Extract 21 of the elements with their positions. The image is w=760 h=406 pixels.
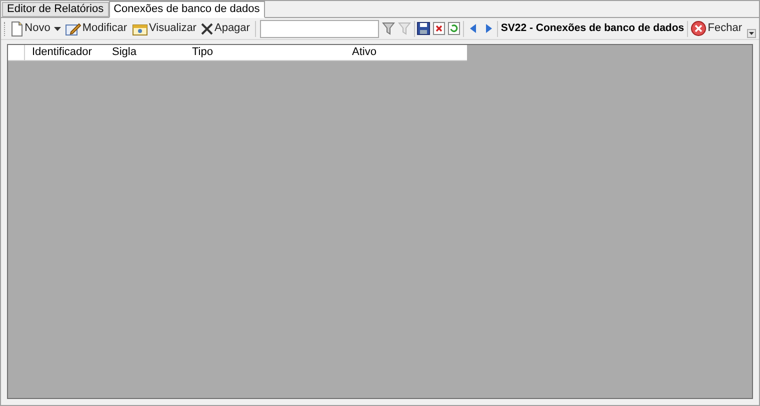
column-header[interactable]: Sigla [105, 45, 185, 60]
tab[interactable]: Conexões de banco de dados [108, 1, 265, 18]
caret-icon[interactable] [54, 26, 62, 30]
pencil-page-icon [65, 22, 82, 36]
close-icon [201, 22, 214, 34]
tab[interactable]: Editor de Relatórios [2, 2, 109, 17]
page-icon [10, 20, 24, 36]
window-icon [132, 22, 148, 36]
toolbar-button[interactable]: Visualizar [130, 18, 198, 38]
toolbar-button[interactable]: Modificar [64, 18, 128, 38]
toolbar-button[interactable]: Apagar [200, 18, 251, 38]
window-title: SV22 - Conexões de banco de dados [500, 20, 684, 36]
close-button[interactable]: Fechar [690, 18, 742, 38]
overflow-button[interactable] [747, 29, 756, 38]
column-header[interactable]: Tipo [185, 45, 345, 60]
toolbar-button[interactable]: Novo [8, 18, 52, 38]
caret-icon [749, 31, 754, 36]
column-header[interactable]: Identificador [25, 45, 105, 60]
close-icon [690, 21, 706, 36]
column-header[interactable]: Ativo [345, 45, 465, 60]
search-field[interactable] [260, 20, 379, 38]
